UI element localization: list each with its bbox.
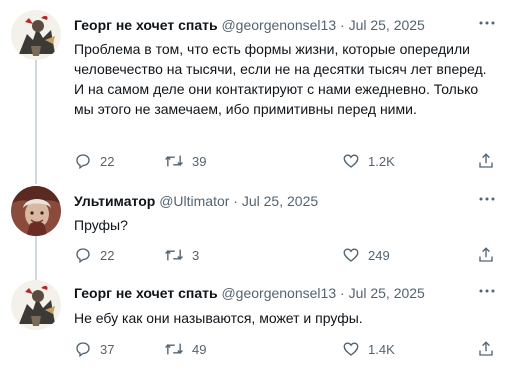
reply-button[interactable]: 22 (74, 151, 114, 171)
like-button[interactable]: 1.2K (342, 151, 395, 171)
reply-icon (74, 340, 92, 358)
tweet[interactable]: Георг не хочет спать @georgenonsel13 · J… (0, 0, 506, 176)
retweet-count: 3 (192, 247, 200, 263)
retweet-button[interactable]: 49 (164, 339, 206, 359)
retweet-button[interactable]: 39 (164, 151, 206, 171)
action-bar: 22 3 249 (74, 245, 498, 265)
like-button[interactable]: 249 (342, 245, 390, 265)
share-button[interactable] (477, 151, 495, 171)
tweet-header: Георг не хочет спать @georgenonsel13 · J… (74, 284, 425, 302)
retweet-icon (164, 340, 184, 358)
tweet-date[interactable]: Jul 25, 2025 (242, 193, 318, 209)
tweet-text: Не ебу как они называются, может и пруфы… (74, 310, 363, 326)
tweet[interactable]: Георг не хочет спать @georgenonsel13 · J… (0, 270, 506, 370)
more-horizontal-icon[interactable] (478, 190, 496, 208)
separator: · (340, 285, 345, 301)
user-handle[interactable]: @georgenonsel13 (221, 17, 336, 33)
retweet-count: 39 (192, 153, 207, 169)
retweet-icon (164, 246, 184, 264)
reply-button[interactable]: 22 (74, 245, 114, 265)
heart-icon (342, 152, 360, 170)
share-icon (477, 152, 495, 170)
reply-count: 22 (100, 153, 115, 169)
separator: · (340, 17, 345, 33)
retweet-icon (164, 152, 184, 170)
like-count: 249 (368, 247, 390, 263)
reply-icon (74, 152, 92, 170)
user-handle[interactable]: @georgenonsel13 (221, 285, 336, 301)
share-button[interactable] (477, 245, 495, 265)
action-bar: 22 39 1.2K (74, 151, 498, 171)
display-name[interactable]: Ультиматор (74, 193, 155, 209)
heart-icon (342, 340, 360, 358)
action-bar: 37 49 1.4K (74, 339, 498, 359)
like-count: 1.4K (368, 341, 395, 357)
tweet-text: Пруфы? (74, 217, 128, 233)
heart-icon (342, 246, 360, 264)
tweet-date[interactable]: Jul 25, 2025 (349, 285, 425, 301)
retweet-button[interactable]: 3 (164, 245, 199, 265)
retweet-count: 49 (192, 341, 207, 357)
user-handle[interactable]: @Ultimator (159, 193, 229, 209)
tweet-text: Проблема в том, что есть формы жизни, ко… (74, 41, 487, 117)
avatar[interactable] (11, 10, 61, 60)
display-name[interactable]: Георг не хочет спать (74, 285, 218, 301)
reply-count: 22 (100, 247, 115, 263)
share-button[interactable] (477, 339, 495, 359)
reply-button[interactable]: 37 (74, 339, 114, 359)
avatar[interactable] (11, 186, 61, 236)
tweet-date[interactable]: Jul 25, 2025 (349, 17, 425, 33)
share-icon (477, 246, 495, 264)
display-name[interactable]: Георг не хочет спать (74, 17, 218, 33)
share-icon (477, 340, 495, 358)
more-horizontal-icon[interactable] (478, 14, 496, 32)
tweet-header: Ультиматор @Ultimator · Jul 25, 2025 (74, 192, 318, 210)
reply-count: 37 (100, 341, 115, 357)
like-button[interactable]: 1.4K (342, 339, 395, 359)
tweet[interactable]: Ультиматор @Ultimator · Jul 25, 2025 Пру… (0, 176, 506, 270)
avatar[interactable] (11, 280, 61, 330)
like-count: 1.2K (368, 153, 395, 169)
reply-icon (74, 246, 92, 264)
more-horizontal-icon[interactable] (478, 282, 496, 300)
tweet-header: Георг не хочет спать @georgenonsel13 · J… (74, 16, 425, 34)
separator: · (233, 193, 238, 209)
